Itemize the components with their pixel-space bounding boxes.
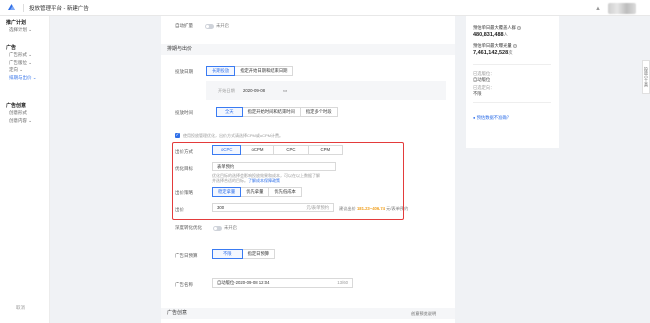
- sidebar-item-ad-placement[interactable]: 广告版位 ⌄: [0, 59, 37, 67]
- header-divider: [23, 3, 24, 12]
- sidebar-cancel-link[interactable]: 取消: [16, 305, 25, 311]
- reach-label: 预估单日最大覆盖人群 ?: [473, 25, 522, 30]
- deep-opt-switch[interactable]: [213, 225, 222, 231]
- sidebar-item-schedule-bid[interactable]: 排期与出价 ⌄: [0, 74, 37, 82]
- sidebar: 推广计划 选择计划 ⌄ 广告 广告形式 ⌄ 广告版位 ⌄ 定向 ⌄ 排期与出价 …: [0, 16, 50, 323]
- budget-options: 不限 指定日预算: [212, 249, 276, 259]
- sidebar-group-plan: 推广计划: [6, 20, 27, 26]
- side-tools-tab[interactable]: 投放小工具: [642, 60, 650, 94]
- sidebar-item-creative-form[interactable]: 创意形式: [0, 109, 32, 117]
- option-time-range[interactable]: 指定开始时间和结束时间: [242, 107, 301, 117]
- auto-expand-label: 自动扩量: [175, 23, 193, 28]
- page-title: 投放管理平台 - 新建广告: [29, 5, 89, 12]
- option-long-term[interactable]: 长期投放: [206, 66, 236, 76]
- budget-label: 广告日预算: [175, 253, 198, 258]
- user-avatar[interactable]: [608, 3, 636, 14]
- panel-divider: [473, 64, 551, 65]
- reach-value: 480,831,488人: [473, 32, 508, 38]
- ad-name-label: 广告名称: [175, 282, 193, 287]
- auto-expand-switch[interactable]: [205, 23, 214, 29]
- bid-section-highlight: [172, 142, 404, 220]
- estimate-panel: 预估单日最大覆盖人群 ? 480,831,488人 预估单日最大曝光量 ? 7,…: [466, 16, 559, 148]
- start-date-panel: [206, 81, 446, 100]
- section-schedule-bid: 排期与出价: [161, 44, 455, 55]
- schedule-date-label: 投放日期: [175, 69, 193, 74]
- panel-divider-2: [473, 102, 551, 103]
- sidebar-item-select-plan[interactable]: 选择计划 ⌄: [0, 26, 32, 34]
- expose-help-icon[interactable]: ?: [512, 43, 517, 48]
- auto-expand-toggle[interactable]: 未开启: [205, 23, 229, 29]
- sidebar-group-creative: 广告创意: [6, 103, 27, 109]
- sidebar-item-targeting[interactable]: 定向 ⌄: [0, 66, 37, 74]
- start-date-label: 开始日期: [218, 88, 235, 93]
- deep-opt-status: 未开启: [224, 225, 237, 230]
- ad-name-input[interactable]: 自动版位-2020-09-08 12:04 13/60: [212, 278, 353, 288]
- expose-value: 7,461,142,528次: [473, 50, 513, 56]
- targeting-value: 不限: [473, 91, 482, 96]
- option-date-range[interactable]: 指定开始日期和结束日期: [235, 66, 294, 76]
- ad-name-value: 自动版位-2020-09-08 12:04: [217, 280, 270, 285]
- schedule-date-options: 长期投放 指定开始日期和结束日期: [206, 66, 294, 76]
- calendar-icon[interactable]: ▭: [283, 88, 287, 94]
- creative-info-link[interactable]: 创意预览说明: [411, 311, 436, 317]
- top-bar: 投放管理平台 - 新建广告 ▲: [0, 0, 650, 16]
- ocpm-checkbox[interactable]: [175, 132, 180, 138]
- option-multi-slots[interactable]: 指定多个时段: [300, 107, 338, 117]
- estimate-help-link[interactable]: ● 预估数据不准确？: [473, 115, 511, 121]
- sidebar-item-creative-content[interactable]: 创意内容 ⌄: [0, 117, 32, 125]
- sidebar-group-ad: 广告: [6, 45, 17, 51]
- schedule-time-label: 投放时间: [175, 110, 193, 115]
- auto-expand-status: 未开启: [216, 23, 229, 28]
- app-logo-icon[interactable]: [7, 3, 16, 12]
- schedule-time-options: 全天 指定开始时间和结束时间 指定多个时段: [216, 107, 338, 117]
- notification-icon[interactable]: ▲: [594, 5, 602, 13]
- start-date-value[interactable]: 2020-09-08: [243, 88, 265, 93]
- ocpm-note: 使用投放管理优化，出价方式请选择CPM或oCPM计费。: [183, 133, 284, 138]
- deep-opt-toggle[interactable]: 未开启: [213, 225, 237, 231]
- reach-help-icon[interactable]: ?: [517, 25, 522, 30]
- option-daily-budget[interactable]: 指定日预算: [242, 249, 276, 259]
- ad-name-counter: 13/60: [337, 280, 348, 285]
- placement-value: 自动版位: [473, 77, 491, 82]
- expose-label: 预估单日最大曝光量 ?: [473, 43, 517, 48]
- option-unlimited[interactable]: 不限: [212, 249, 243, 259]
- sidebar-item-ad-form[interactable]: 广告形式 ⌄: [0, 51, 37, 59]
- option-all-day[interactable]: 全天: [216, 107, 243, 117]
- deep-opt-label: 深度转化优化: [175, 225, 202, 230]
